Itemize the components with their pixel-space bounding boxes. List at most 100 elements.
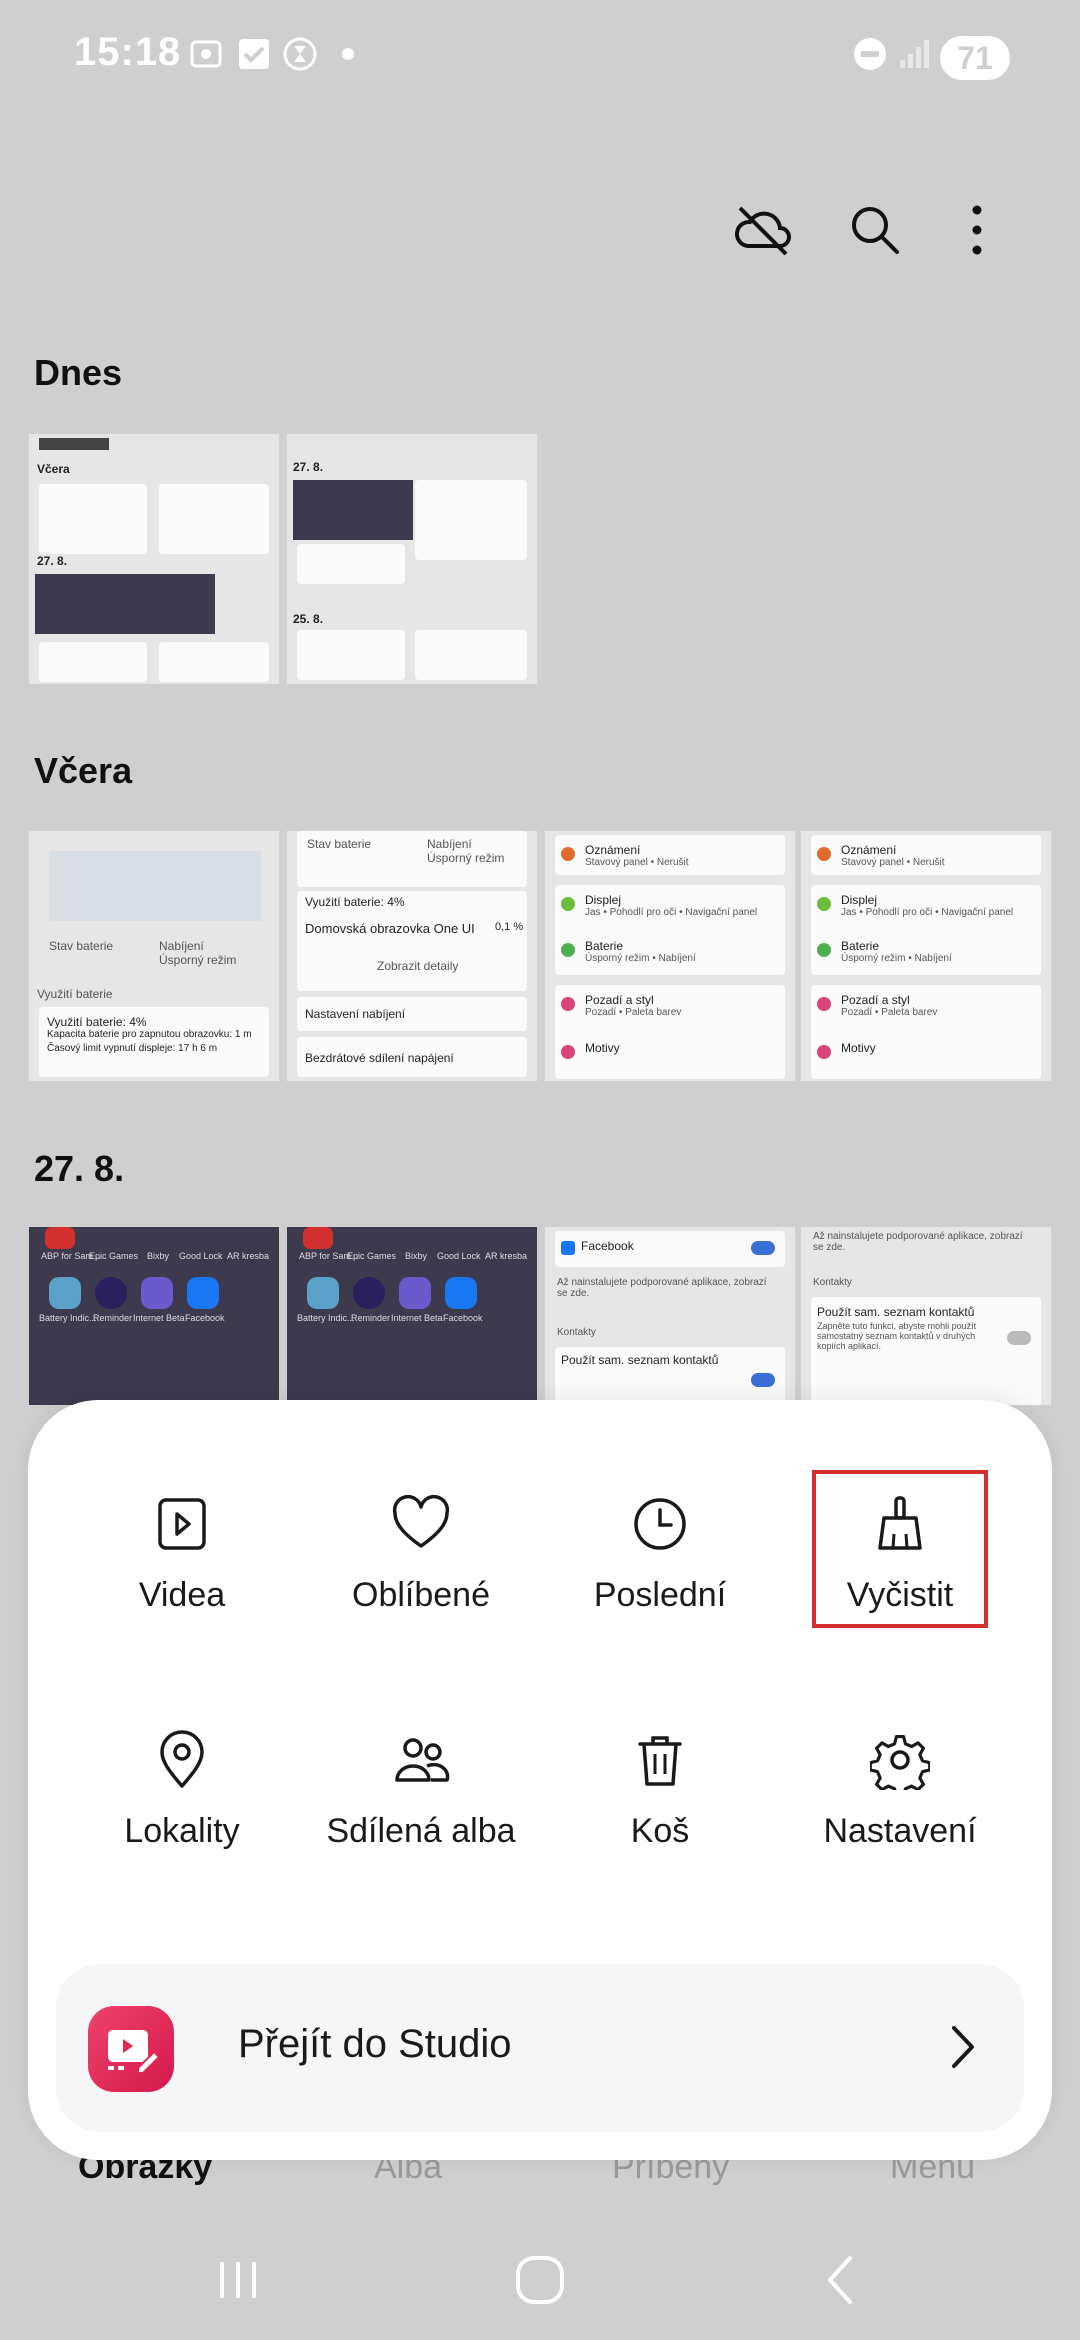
photo-thumbnail[interactable]: Stav baterie Nabíjení Úsporný režim Využ…: [28, 830, 280, 1082]
chevron-right-icon: [952, 2026, 974, 2068]
broom-icon: [878, 1496, 922, 1550]
thumb-card: [159, 642, 269, 682]
thumb-text: Pozadí a styl: [841, 993, 910, 1007]
thumb-text: 27. 8.: [293, 460, 324, 474]
signal-icon: [900, 40, 929, 68]
cloud-off-icon: [735, 206, 791, 256]
play-icon: [158, 1498, 206, 1550]
thumb-text: Internet Beta: [133, 1313, 185, 1323]
go-to-studio-button[interactable]: Přejít do Studio: [56, 1964, 1024, 2132]
photo-thumbnail[interactable]: Oznámení Stavový panel • Nerušit Displej…: [544, 830, 796, 1082]
thumb-text: 25. 8.: [293, 612, 324, 626]
app-icon: [445, 1277, 477, 1309]
thumb-dot: [561, 997, 575, 1011]
thumb-dot: [817, 897, 831, 911]
thumb-text: Jas • Pohodlí pro oči • Navigační panel: [841, 907, 1014, 918]
thumb-text: Jas • Pohodlí pro oči • Navigační panel: [585, 907, 758, 918]
thumb-text: Úsporný režim: [159, 953, 237, 967]
menu-item-clean[interactable]: Vyčistit: [780, 1494, 1020, 1618]
studio-glyph-icon: [108, 2030, 161, 2074]
photo-thumbnail[interactable]: Oznámení Stavový panel • Nerušit Displej…: [800, 830, 1052, 1082]
thumb-text: Stav baterie: [307, 837, 372, 851]
thumb-text: Battery Indic...: [297, 1313, 355, 1323]
trash-icon: [638, 1736, 682, 1786]
thumb-text: Kontakty: [813, 1277, 852, 1288]
status-bar: 15:18 71: [0, 0, 1080, 120]
thumb-text: Úsporný režim • Nabíjení: [585, 953, 696, 964]
thumb-card: [159, 484, 269, 554]
thumb-text: Epic Games: [347, 1251, 397, 1261]
thumb-text: Bezdrátové sdílení napájení: [305, 1051, 454, 1065]
menu-item-recent[interactable]: Poslední: [540, 1494, 780, 1618]
thumb-text: Použít sam. seznam kontaktů: [817, 1305, 975, 1319]
recent-apps-icon[interactable]: [208, 2250, 268, 2310]
thumb-text: 27. 8.: [37, 554, 68, 568]
thumb-text: Pozadí • Paleta barev: [585, 1007, 682, 1018]
people-icon: [395, 1738, 450, 1782]
menu-item-locations[interactable]: Lokality: [62, 1730, 302, 1854]
photo-thumbnail[interactable]: Včera 27. 8.: [28, 433, 280, 685]
search-button[interactable]: [840, 195, 910, 265]
thumb-card: [39, 642, 147, 682]
thumb-text: Úsporný režim: [427, 851, 505, 865]
menu-sheet: Videa Oblíbené Poslední Vyčistit Lokalit…: [28, 1400, 1052, 2160]
thumb-text: Oznámení: [841, 843, 897, 857]
thumb-toggle: [751, 1241, 775, 1255]
thumb-toggle: [751, 1373, 775, 1387]
thumb-text: AR kresba: [485, 1251, 528, 1261]
thumb-dot: [817, 847, 831, 861]
menu-label: Poslední: [593, 1576, 727, 1614]
cloud-off-button[interactable]: [728, 195, 798, 265]
thumb-dark: [293, 480, 413, 540]
photo-thumbnail[interactable]: ABP for Sam... Epic Games Bixby Good Loc…: [286, 1226, 538, 1406]
menu-item-videos[interactable]: Videa: [62, 1494, 302, 1618]
section-title-date: 27. 8.: [34, 1148, 125, 1189]
system-navigation-bar: [0, 2220, 1080, 2340]
thumb-text: Oznámení: [585, 843, 641, 857]
menu-item-trash[interactable]: Koš: [540, 1730, 780, 1854]
app-icon: [353, 1277, 385, 1309]
photo-thumbnail[interactable]: Stav baterie Nabíjení Úsporný režim Využ…: [286, 830, 538, 1082]
thumb-text: Úsporný režim • Nabíjení: [841, 953, 952, 964]
thumb-text: AR kresba: [227, 1251, 270, 1261]
studio-label: Přejít do Studio: [238, 2022, 512, 2066]
photo-thumbnail[interactable]: 27. 8. 25. 8.: [286, 433, 538, 685]
app-icon: [45, 1227, 75, 1249]
more-options-button[interactable]: [942, 195, 1012, 265]
thumb-text: Včera: [37, 462, 70, 476]
photo-thumbnail[interactable]: ABP for Sam... Epic Games Bixby Good Loc…: [28, 1226, 280, 1406]
thumb-text: Epic Games: [89, 1251, 139, 1261]
checkbox-icon: [239, 39, 269, 69]
photo-thumbnail[interactable]: Facebook Až nainstalujete podporované ap…: [544, 1226, 796, 1406]
menu-item-shared-albums[interactable]: Sdílená alba: [301, 1730, 541, 1854]
app-icon: [399, 1277, 431, 1309]
thumb-dot: [817, 997, 831, 1011]
thumb-chart: [49, 851, 261, 921]
thumb-text: Stavový panel • Nerušit: [841, 857, 945, 868]
hourglass-icon: [283, 37, 317, 71]
thumb-text: Využití baterie: [37, 987, 113, 1001]
thumb-dot: [561, 847, 575, 861]
status-time: 15:18: [74, 30, 182, 74]
app-icon: [95, 1277, 127, 1309]
thumb-text: Bixby: [405, 1251, 428, 1261]
more-vert-icon: [972, 205, 982, 255]
thumb-card: [297, 630, 405, 680]
thumb-text: Domovská obrazovka One UI: [305, 921, 475, 936]
thumb-dot: [817, 943, 831, 957]
thumb-text: Zobrazit detaily: [377, 959, 459, 973]
thumb-text: Motivy: [841, 1041, 876, 1055]
photo-thumbnail[interactable]: Až nainstalujete podporované aplikace, z…: [800, 1226, 1052, 1406]
home-icon[interactable]: [510, 2250, 570, 2310]
thumb-toggle: [1007, 1331, 1031, 1345]
menu-label: Vyčistit: [846, 1576, 954, 1614]
menu-item-settings[interactable]: Nastavení: [780, 1730, 1020, 1854]
thumb-text: Reminder: [351, 1313, 391, 1323]
thumb-text: Kapacita baterie pro zapnutou obrazovku:…: [47, 1029, 252, 1040]
thumb-text: Nabíjení: [159, 939, 204, 953]
thumb-bar: [39, 438, 109, 450]
search-icon: [852, 207, 899, 254]
thumb-text: Pozadí • Paleta barev: [841, 1007, 938, 1018]
menu-item-favorites[interactable]: Oblíbené: [301, 1494, 541, 1618]
back-icon[interactable]: [812, 2250, 872, 2310]
